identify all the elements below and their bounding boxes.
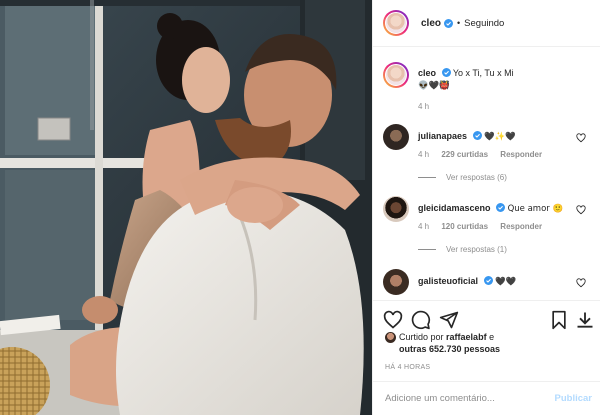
likes-joiner: e: [489, 332, 495, 342]
comment-likes-count[interactable]: 229 curtidas: [441, 150, 488, 159]
liker-username[interactable]: raffaelabf: [446, 332, 487, 342]
caption-avatar[interactable]: [383, 62, 409, 88]
comment-time[interactable]: 4 h: [418, 222, 429, 231]
publish-button[interactable]: Publicar: [555, 393, 593, 404]
caption-emojis: 👽🖤👹: [418, 81, 450, 91]
comment-time[interactable]: 4 h: [418, 150, 429, 159]
add-comment-bar: Adicione um comentário... Publicar: [373, 381, 600, 415]
comment-icon[interactable]: [411, 310, 431, 330]
header-separator: •: [457, 18, 461, 28]
verified-badge-icon: [444, 18, 454, 28]
comment-text: 🖤✨🖤: [484, 132, 516, 142]
comment-like-heart-icon[interactable]: [576, 278, 586, 288]
caption-text: Yo x Ti, Tu x Mi: [452, 68, 514, 78]
comment-text: Que amor 🙂: [507, 204, 564, 214]
verified-badge-icon: [472, 131, 482, 140]
reply-button[interactable]: Responder: [500, 222, 542, 231]
view-replies-button[interactable]: Ver respostas (1): [418, 245, 507, 254]
reply-button[interactable]: Responder: [500, 150, 542, 159]
post-photo[interactable]: [0, 0, 372, 415]
likes-summary: Curtido por raffaelabf e outras 652.730 …: [385, 331, 590, 355]
caption-time[interactable]: 4 h: [418, 102, 429, 111]
author-username[interactable]: cleo: [421, 18, 441, 29]
verified-badge-icon: [496, 203, 506, 212]
author-avatar[interactable]: [383, 10, 409, 36]
verified-badge-icon: [441, 68, 451, 77]
commenter-username[interactable]: galisteuoficial: [418, 276, 478, 286]
comments-list[interactable]: cleo Yo x Ti, Tu x Mi 👽🖤👹 4 h julianapae…: [373, 48, 600, 298]
follow-status-button[interactable]: Seguindo: [464, 18, 504, 29]
liker-avatar[interactable]: [385, 332, 396, 343]
bookmark-icon[interactable]: [549, 310, 569, 330]
comment-input[interactable]: Adicione um comentário...: [385, 393, 495, 404]
heart-icon[interactable]: [383, 310, 403, 330]
couple-photo: [0, 0, 372, 415]
view-replies-button[interactable]: Ver respostas (6): [418, 173, 507, 182]
share-icon[interactable]: [439, 310, 459, 330]
comment-likes-count[interactable]: 120 curtidas: [441, 222, 488, 231]
comment-like-heart-icon[interactable]: [576, 205, 586, 215]
commenter-avatar[interactable]: [383, 269, 409, 295]
download-icon[interactable]: [575, 310, 595, 330]
commenter-username[interactable]: gleicidamasceno: [418, 203, 491, 213]
commenter-avatar[interactable]: [383, 124, 409, 150]
caption: cleo Yo x Ti, Tu x Mi 👽🖤👹 4 h: [383, 62, 590, 117]
post-timestamp[interactable]: HÁ 4 HORAS: [385, 364, 430, 371]
verified-badge-icon: [483, 276, 493, 285]
comment-like-heart-icon[interactable]: [576, 133, 586, 143]
post-header: cleo • Seguindo: [373, 0, 600, 47]
commenter-avatar[interactable]: [383, 196, 409, 222]
caption-username[interactable]: cleo: [418, 68, 436, 78]
post-side-panel: cleo • Seguindo cleo Yo x Ti, Tu x Mi 👽🖤…: [372, 0, 600, 415]
view-replies-label: Ver respostas (1): [446, 245, 507, 254]
view-replies-label: Ver respostas (6): [446, 173, 507, 182]
comment-item: galisteuoficial 🖤🖤: [383, 269, 590, 298]
likes-prefix: Curtido por: [399, 332, 444, 342]
comment-text: 🖤🖤: [495, 277, 517, 287]
commenter-username[interactable]: julianapaes: [418, 131, 467, 141]
likes-others-count[interactable]: outras 652.730 pessoas: [399, 344, 500, 354]
